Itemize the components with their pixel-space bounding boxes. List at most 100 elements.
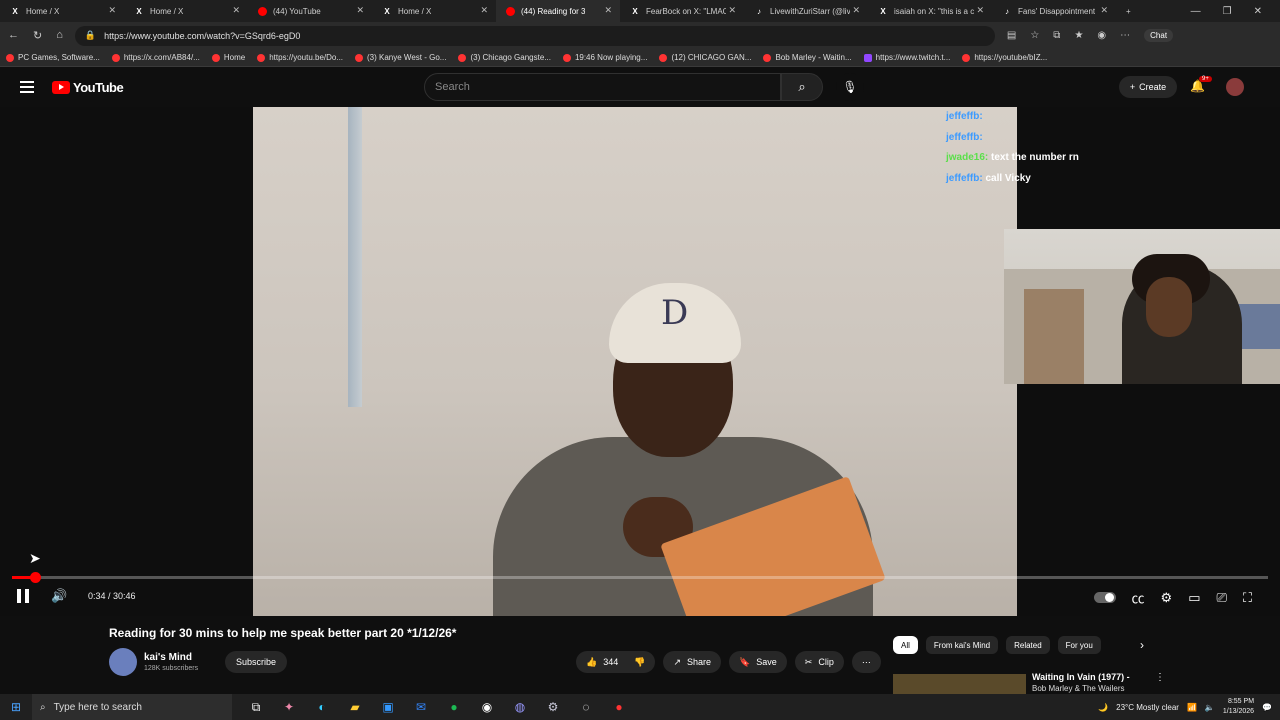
store-icon[interactable]: ▣ bbox=[378, 697, 398, 717]
bookmark-item[interactable]: (3) Kanye West - Go... bbox=[355, 53, 446, 62]
new-tab-icon[interactable]: + bbox=[1116, 0, 1146, 22]
search-button[interactable]: ⌕ bbox=[781, 73, 823, 101]
bookmark-item[interactable]: (12) CHICAGO GAN... bbox=[659, 53, 751, 62]
outlook-icon[interactable]: ✉ bbox=[411, 697, 431, 717]
share-button[interactable]: ↗ Share bbox=[663, 651, 722, 673]
star-icon[interactable]: ☆ bbox=[1030, 30, 1039, 41]
autoplay-toggle[interactable] bbox=[1093, 592, 1116, 603]
filter-chip[interactable]: All bbox=[893, 636, 918, 654]
close-tab-icon[interactable]: ✕ bbox=[232, 5, 240, 16]
bookmark-item[interactable]: https://x.com/AB84/... bbox=[111, 53, 200, 62]
video-player[interactable]: jeffeffb: jeffeffb: jwade16: text the nu… bbox=[0, 107, 1280, 648]
copilot-icon[interactable]: ✦ bbox=[279, 697, 299, 717]
create-button[interactable]: + Create bbox=[1119, 76, 1177, 98]
thumbs-down-icon[interactable]: 👎 bbox=[634, 657, 645, 668]
favorites-icon[interactable]: ★ bbox=[1074, 30, 1083, 41]
bookmark-item[interactable]: Home bbox=[211, 53, 245, 62]
captions-icon[interactable]: ㏄ bbox=[1132, 588, 1145, 607]
filter-chip[interactable]: From kai's Mind bbox=[925, 636, 999, 654]
search-input[interactable] bbox=[435, 81, 735, 93]
browser-tab[interactable]: ♪ LivewithZuriStarr (@liv ✕ bbox=[744, 0, 868, 22]
browser-tab[interactable]: X Home / X ✕ bbox=[372, 0, 496, 22]
bookmark-item[interactable]: (3) Chicago Gangste... bbox=[458, 53, 551, 62]
more-actions-button[interactable]: ⋯ bbox=[851, 651, 881, 673]
fullscreen-icon[interactable]: ⛶ bbox=[1243, 590, 1252, 606]
close-tab-icon[interactable]: ✕ bbox=[108, 5, 116, 16]
close-tab-icon[interactable]: ✕ bbox=[1100, 5, 1108, 16]
file-explorer-icon[interactable]: ▰ bbox=[345, 697, 365, 717]
clock[interactable]: 8:55 PM 1/13/2026 bbox=[1223, 697, 1254, 717]
progress-bar[interactable] bbox=[12, 572, 1268, 583]
discord-icon[interactable]: ◍ bbox=[510, 697, 530, 717]
taskbar-search[interactable]: ⌕ Type here to search bbox=[32, 694, 232, 720]
miniplayer-icon[interactable]: ▭ bbox=[1188, 590, 1200, 606]
voice-search-button[interactable]: 🎙 bbox=[836, 73, 864, 101]
browser-tab[interactable]: (44) Reading for 3 ✕ bbox=[496, 0, 620, 22]
weather-text[interactable]: 23°C Mostly clear bbox=[1116, 703, 1179, 712]
pause-button[interactable] bbox=[17, 589, 31, 605]
bookmark-item[interactable]: https://youtu.be/Do... bbox=[257, 53, 343, 62]
subscribe-button[interactable]: Subscribe bbox=[225, 651, 287, 673]
media-icon[interactable]: ◉ bbox=[477, 697, 497, 717]
home-icon[interactable]: ⌂ bbox=[56, 29, 63, 42]
browser-tab[interactable]: X FearBock on X: "LMAO 6✕ bbox=[620, 0, 744, 22]
chevron-right-icon[interactable]: › bbox=[1140, 638, 1144, 652]
filter-chip[interactable]: For you bbox=[1057, 636, 1101, 654]
settings-icon[interactable]: ⚙ bbox=[1161, 590, 1173, 606]
app-icon[interactable]: ◌ bbox=[576, 697, 596, 717]
taskbar-search-placeholder: Type here to search bbox=[53, 701, 142, 713]
windows-start-icon[interactable]: ⊞ bbox=[0, 700, 32, 714]
browser-tab[interactable]: X Home / X ✕ bbox=[0, 0, 124, 22]
steam-icon[interactable]: ⚙ bbox=[543, 697, 563, 717]
edge-icon[interactable]: ◐ bbox=[312, 697, 332, 717]
minimize-icon[interactable]: — bbox=[1191, 6, 1201, 17]
network-icon[interactable]: 📶 bbox=[1187, 703, 1197, 712]
tab-label: Fans' Disappointment bbox=[1018, 6, 1096, 16]
save-button[interactable]: 🔖 Save bbox=[729, 651, 787, 673]
bookmark-item[interactable]: Bob Marley - Waitin... bbox=[763, 53, 852, 62]
kebab-menu-icon[interactable]: ⋮ bbox=[1155, 672, 1165, 683]
filter-chip[interactable]: Related bbox=[1006, 636, 1050, 654]
close-tab-icon[interactable]: ✕ bbox=[356, 5, 364, 16]
menu-icon[interactable] bbox=[20, 81, 34, 93]
channel-avatar[interactable] bbox=[109, 648, 137, 676]
recording-icon[interactable]: ● bbox=[609, 697, 629, 717]
close-tab-icon[interactable]: ✕ bbox=[480, 5, 488, 16]
task-view-icon[interactable]: ⧉ bbox=[246, 697, 266, 717]
bookmark-item[interactable]: https://www.twitch.t... bbox=[863, 53, 950, 62]
channel-name[interactable]: kai's Mind bbox=[144, 652, 198, 663]
bookmark-item[interactable]: 19:46 Now playing... bbox=[562, 53, 647, 62]
bookmark-item[interactable]: https://youtube/bIZ... bbox=[962, 53, 1047, 62]
close-tab-icon[interactable]: ✕ bbox=[852, 5, 860, 16]
volume-icon[interactable]: 🔊 bbox=[51, 588, 67, 604]
browser-tab[interactable]: X Home / X ✕ bbox=[124, 0, 248, 22]
browser-tab[interactable]: Xisaiah on X: "this is a c ✕ bbox=[868, 0, 992, 22]
avatar[interactable] bbox=[1226, 78, 1244, 96]
chat-button[interactable]: Chat bbox=[1144, 29, 1174, 42]
youtube-logo[interactable]: YouTube bbox=[52, 80, 124, 95]
bookmark-item[interactable]: PC Games, Software... bbox=[6, 53, 100, 62]
profile-icon[interactable]: ◉ bbox=[1097, 30, 1106, 41]
browser-tab[interactable]: ♪ Fans' Disappointment ✕ bbox=[992, 0, 1116, 22]
close-icon[interactable]: ✕ bbox=[1254, 6, 1262, 17]
cast-icon[interactable]: ⎚ bbox=[1216, 590, 1226, 606]
progress-scrubber[interactable] bbox=[30, 572, 42, 583]
extensions-icon[interactable]: ⧉ bbox=[1053, 30, 1060, 41]
close-tab-icon[interactable]: ✕ bbox=[976, 5, 984, 16]
notification-center-icon[interactable]: 💬 bbox=[1262, 703, 1272, 712]
like-button[interactable]: 👍 344 👎 bbox=[576, 651, 656, 673]
close-tab-icon[interactable]: ✕ bbox=[604, 5, 612, 16]
clip-button[interactable]: ✂ Clip bbox=[794, 651, 844, 673]
speaker-icon[interactable]: 🔈 bbox=[1205, 703, 1215, 712]
reader-icon[interactable]: ▤ bbox=[1007, 30, 1016, 41]
tab-label: Home / X bbox=[150, 6, 184, 16]
url-field[interactable]: 🔒 https://www.youtube.com/watch?v=GSqrd6… bbox=[74, 25, 995, 46]
recommended-video[interactable]: Waiting In Vain (1977) - Bob Marley & Th… bbox=[893, 668, 1193, 696]
close-tab-icon[interactable]: ✕ bbox=[728, 5, 736, 16]
spotify-icon[interactable]: ● bbox=[444, 697, 464, 717]
back-icon[interactable]: ← bbox=[8, 29, 19, 42]
browser-tab[interactable]: (44) YouTube ✕ bbox=[248, 0, 372, 22]
more-icon[interactable]: ⋯ bbox=[1120, 30, 1130, 41]
maximize-icon[interactable]: ❐ bbox=[1223, 6, 1232, 17]
refresh-icon[interactable]: ↻ bbox=[33, 29, 42, 42]
